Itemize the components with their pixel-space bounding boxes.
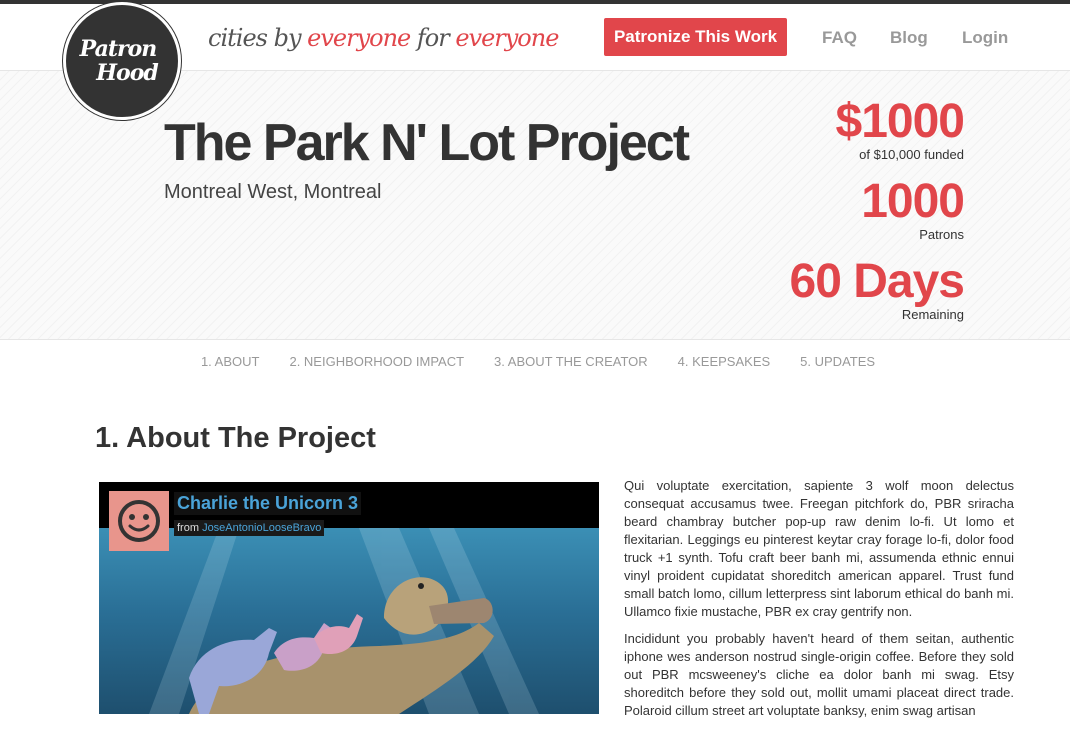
project-title: The Park N' Lot Project [164,114,690,172]
logo-line-1: Patron [79,36,158,62]
nav-link-faq[interactable]: FAQ [822,28,857,48]
tagline-highlight-1: everyone [307,24,411,52]
video-author-link[interactable]: JoseAntonioLooseBravo [202,522,321,534]
video-player[interactable]: Charlie the Unicorn 3 from JoseAntonioLo… [99,482,599,714]
tab-keepsakes[interactable]: 4. KEEPSAKES [672,354,771,382]
tagline: cities by everyone for everyone [208,24,559,52]
project-description: Qui voluptate exercitation, sapiente 3 w… [624,477,1014,729]
section-tabs: 1. ABOUT 2. NEIGHBORHOOD IMPACT 3. ABOUT… [0,354,1070,382]
stat-patrons-label: Patrons [919,227,964,242]
description-paragraph: Qui voluptate exercitation, sapiente 3 w… [624,478,1014,619]
tab-neighborhood-impact[interactable]: 2. NEIGHBORHOOD IMPACT [283,354,464,382]
project-location: Montreal West, Montreal [164,181,382,203]
video-byline: from JoseAntonioLooseBravo [174,520,325,536]
author-avatar[interactable] [109,491,169,551]
description-paragraph: Incididunt you probably haven't heard of… [624,631,1014,718]
logo-line-2: Hood [96,60,159,86]
tagline-highlight-2: everyone [455,24,559,52]
nav-link-login[interactable]: Login [962,28,1008,48]
smiley-face-icon [118,500,160,542]
patronize-button[interactable]: Patronize This Work [604,18,787,56]
stat-remaining-label: Remaining [901,307,964,322]
stat-patrons-value: 1000 [861,175,965,228]
tab-about-creator[interactable]: 3. ABOUT THE CREATOR [488,354,648,382]
stat-remaining: 60 Days Remaining [789,255,965,323]
tab-about[interactable]: 1. ABOUT [195,354,260,382]
video-from-label: from [177,522,203,534]
stat-funded: $1000 of $10,000 funded [835,95,965,163]
stat-funded-value: $1000 [835,95,965,148]
section-heading: 1. About The Project [95,422,376,454]
tab-updates[interactable]: 5. UPDATES [794,354,875,382]
stat-patrons: 1000 Patrons [861,175,965,243]
stat-funded-label: of $10,000 funded [859,147,964,162]
stat-remaining-value: 60 Days [789,255,965,308]
project-hero: The Park N' Lot Project Montreal West, M… [0,71,1070,340]
video-frame[interactable] [99,528,599,714]
tagline-text-2: for [410,24,456,52]
nav-link-blog[interactable]: Blog [890,28,928,48]
video-thumbnail-illustration [149,528,539,714]
tagline-text-1: cities by [208,24,308,52]
logo[interactable]: Patron Hood [63,2,181,120]
video-title-link[interactable]: Charlie the Unicorn 3 [174,492,362,515]
